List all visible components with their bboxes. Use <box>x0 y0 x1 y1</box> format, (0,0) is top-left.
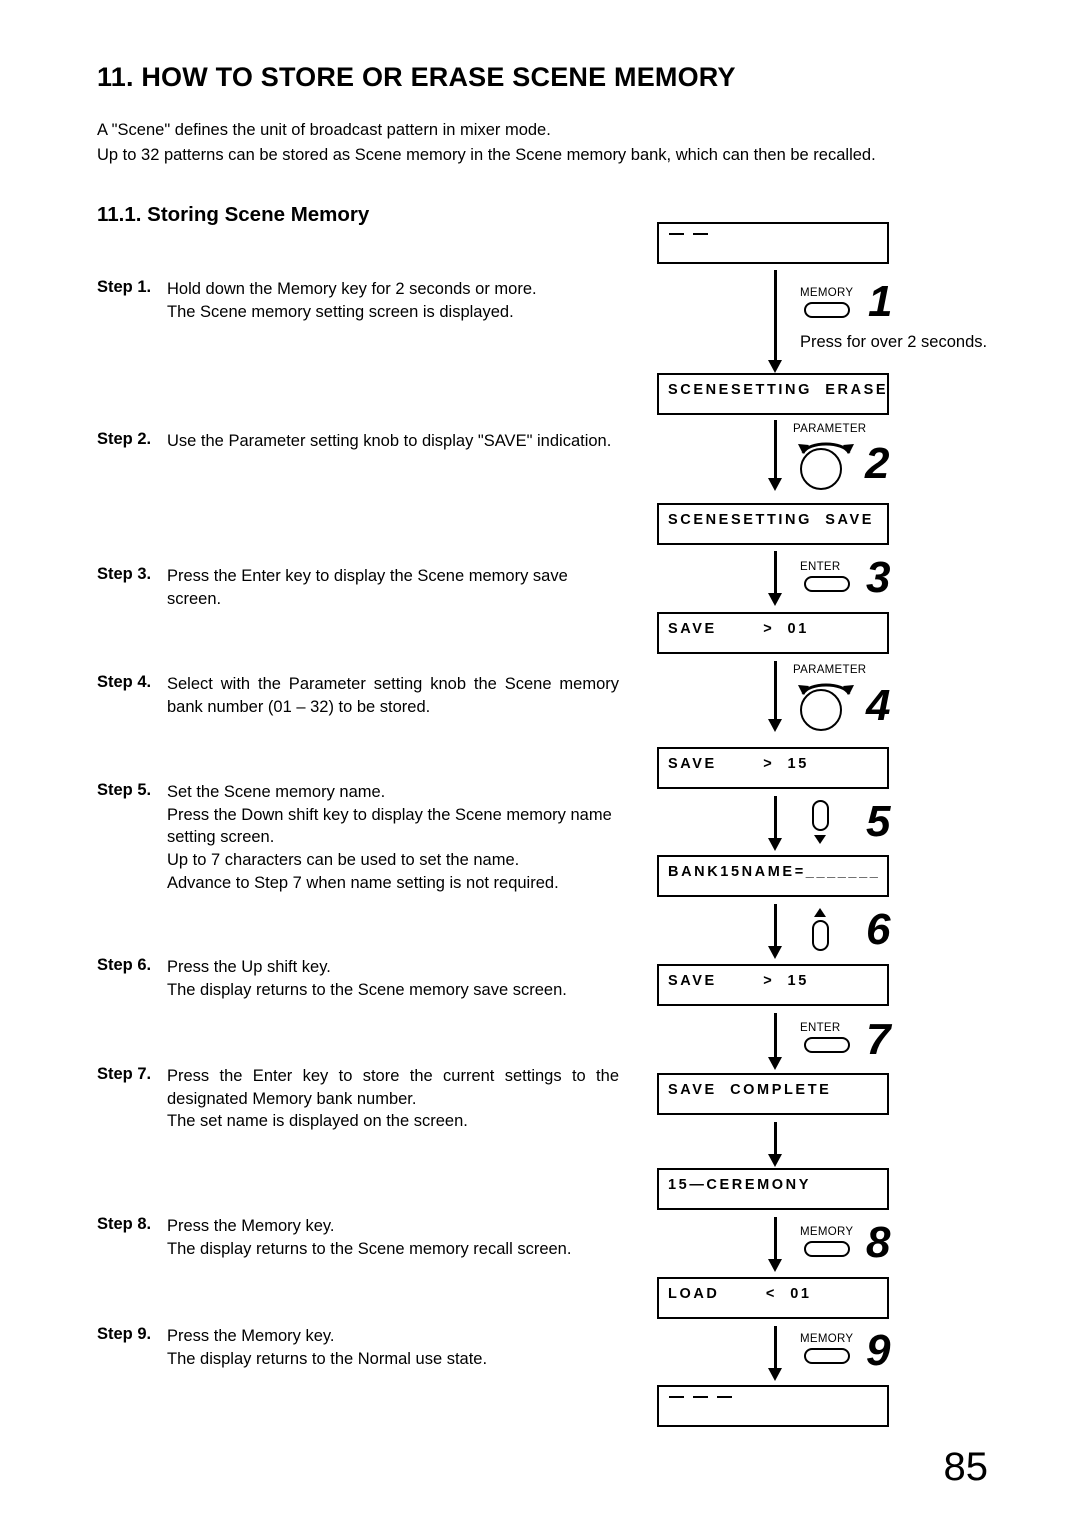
step-number-7: 7 <box>866 1015 891 1064</box>
parameter-knob-2-circle[interactable] <box>800 689 842 731</box>
enter-key-1-cap[interactable] <box>804 576 850 592</box>
display-save-complete-text: SAVE COMPLETE <box>668 1082 832 1098</box>
memory-key-1-label: MEMORY <box>800 287 854 299</box>
caption-press-2-seconds: Press for over 2 seconds. <box>800 333 988 351</box>
display-save-15-again: SAVE > 15 <box>657 964 889 1006</box>
memory-key-3-cap[interactable] <box>804 1348 850 1364</box>
step-number-8: 8 <box>866 1218 891 1267</box>
display-save-complete: SAVE COMPLETE <box>657 1073 889 1115</box>
display-save-15: SAVE > 15 <box>657 747 889 789</box>
enter-key-2-cap[interactable] <box>804 1037 850 1053</box>
triangle-down-icon <box>814 835 826 844</box>
display-15-ceremony: 15—CEREMONY <box>657 1168 889 1210</box>
memory-key-2-label: MEMORY <box>800 1226 854 1238</box>
display-initial-top <box>657 222 889 264</box>
display-bank15-name-text: BANK15NAME=_______ <box>668 864 881 880</box>
page-number: 85 <box>943 1445 989 1489</box>
step-number-5: 5 <box>866 797 891 846</box>
parameter-knob-1-circle[interactable] <box>800 448 842 490</box>
step-number-1: 1 <box>868 277 893 326</box>
display-save-01: SAVE > 01 <box>657 612 889 654</box>
display-scenesetting-save: SCENESETTING SAVE <box>657 503 889 545</box>
display-scenesetting-save-text: SCENESETTING SAVE <box>668 512 875 528</box>
up-shift-key-cap[interactable] <box>812 920 829 951</box>
display-15-ceremony-text: 15—CEREMONY <box>668 1177 812 1193</box>
triangle-up-icon <box>814 908 826 917</box>
memory-key-2-cap[interactable] <box>804 1241 850 1257</box>
step-number-4: 4 <box>866 681 891 730</box>
display-save-15-again-text: SAVE > 15 <box>668 973 809 989</box>
display-scenesetting-erase-text: SCENESETTING ERASE <box>668 382 889 398</box>
enter-key-1-label: ENTER <box>800 561 841 573</box>
display-save-01-text: SAVE > 01 <box>668 621 809 637</box>
display-scenesetting-erase: SCENESETTING ERASE <box>657 373 889 415</box>
display-bank15-name: BANK15NAME=_______ <box>657 855 889 897</box>
flow-diagram: MEMORY 1 Press for over 2 seconds. SCENE… <box>0 0 1080 1528</box>
step-number-3: 3 <box>866 553 891 602</box>
step-number-2: 2 <box>865 439 890 488</box>
down-shift-key-cap[interactable] <box>812 800 829 831</box>
display-initial-bottom-dashes <box>669 1396 732 1399</box>
memory-key-1-cap[interactable] <box>804 302 850 318</box>
step-number-6: 6 <box>866 905 891 954</box>
display-load-01: LOAD < 01 <box>657 1277 889 1319</box>
enter-key-2-label: ENTER <box>800 1022 841 1034</box>
display-initial-top-dashes <box>669 233 708 236</box>
display-save-15-text: SAVE > 15 <box>668 756 809 772</box>
memory-key-3-label: MEMORY <box>800 1333 854 1345</box>
step-number-9: 9 <box>866 1326 891 1375</box>
display-initial-bottom <box>657 1385 889 1427</box>
display-load-01-text: LOAD < 01 <box>668 1286 812 1302</box>
